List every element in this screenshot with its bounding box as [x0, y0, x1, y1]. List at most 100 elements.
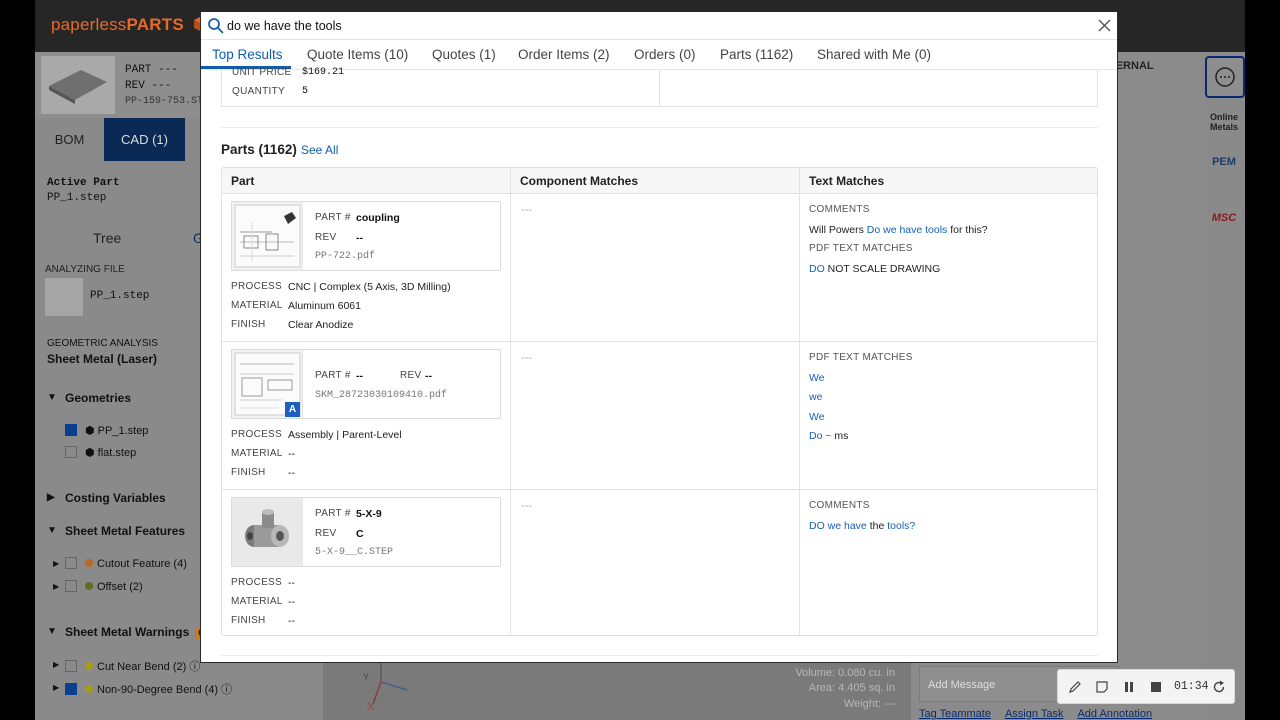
part-drawing-thumbnail: [232, 202, 303, 270]
cube-small-icon: ⬢: [85, 425, 95, 437]
tab-top-results[interactable]: Top Results: [212, 47, 283, 62]
geometry-item[interactable]: ⬢ flat.step: [65, 446, 136, 459]
online-metals-vendor[interactable]: Online Metals: [1205, 112, 1243, 150]
pdf-text: NOT SCALE DRAWING: [824, 263, 941, 275]
msc-vendor[interactable]: MSC: [1205, 212, 1243, 250]
part-card[interactable]: A PART # -- REV -- SKM_28723030109410.pd…: [231, 349, 501, 419]
pem-vendor[interactable]: PEM: [1205, 156, 1243, 194]
see-all-link[interactable]: See All: [301, 143, 338, 157]
tag-teammate-link[interactable]: Tag Teammate: [919, 708, 991, 720]
part-card[interactable]: PART # coupling REV -- PP-722.pdf: [231, 201, 501, 271]
part-card[interactable]: PART # 5-X-9 REV C 5-X-9__C.STEP: [231, 497, 501, 567]
stop-icon[interactable]: [1148, 679, 1164, 695]
add-annotation-link[interactable]: Add Annotation: [1077, 708, 1152, 720]
checkbox[interactable]: [65, 446, 77, 458]
highlighted-match: ~: [822, 430, 835, 442]
feature-item[interactable]: ▶ Cutout Feature (4): [53, 557, 187, 570]
pen-icon[interactable]: [1067, 679, 1083, 695]
recording-timer: 01:34: [1174, 680, 1209, 693]
table-row[interactable]: PART # 5-X-9 REV C 5-X-9__C.STEP PROCESS…: [222, 490, 1097, 635]
chat-bubble-icon: [1215, 67, 1235, 87]
pdf-match: DO NOT SCALE DRAWING: [809, 263, 940, 275]
search-input[interactable]: [227, 16, 1087, 36]
tab-quotes[interactable]: Quotes (1): [432, 47, 496, 62]
volume-stat: Volume: 0.080 cu. in: [795, 667, 895, 679]
finish-value: --: [288, 615, 295, 627]
close-icon[interactable]: [1096, 17, 1113, 34]
finish-label: FINISH: [231, 319, 266, 330]
checkbox-checked[interactable]: [65, 683, 77, 695]
pdf-match: We: [809, 372, 825, 384]
warning-item[interactable]: ▶ Cut Near Bend (2) ⓘ: [53, 658, 200, 674]
quantity-value: 5: [302, 86, 309, 97]
geo-analysis-label: GEOMETRIC ANALYSIS: [47, 338, 158, 349]
tab-shared-with-me[interactable]: Shared with Me (0): [817, 47, 931, 62]
pause-icon[interactable]: [1121, 679, 1137, 695]
logo-text-bold: PARTS: [126, 15, 184, 34]
warning-item[interactable]: ▶ Non-90-Degree Bend (4) ⓘ: [53, 681, 232, 697]
process-label: PROCESS: [231, 577, 283, 588]
tab-tree[interactable]: Tree: [93, 230, 121, 246]
caret-right-icon[interactable]: ▶: [53, 559, 59, 568]
pdf-matches-label: PDF TEXT MATCHES: [809, 352, 913, 363]
info-icon[interactable]: ⓘ: [189, 661, 200, 673]
no-component-matches: ---: [521, 204, 532, 216]
tab-bom[interactable]: BOM: [35, 118, 104, 161]
table-row[interactable]: PART # coupling REV -- PP-722.pdf PROCES…: [222, 194, 1097, 342]
warning-label: Non-90-Degree Bend (4): [97, 684, 219, 696]
part-thumbnail: [41, 56, 115, 114]
tab-cad[interactable]: CAD (1): [104, 118, 185, 161]
table-row[interactable]: A PART # -- REV -- SKM_28723030109410.pd…: [222, 342, 1097, 490]
geometry-label: PP_1.step: [97, 425, 149, 437]
feature-label: Cutout Feature (4): [97, 558, 187, 570]
sheet-metal-part-icon: [49, 70, 107, 104]
active-part-file: PP_1.step: [47, 192, 107, 204]
rev-value: --: [425, 370, 432, 382]
tab-quote-items[interactable]: Quote Items (10): [307, 47, 408, 62]
area-stat: Area: 4.405 sq. in: [808, 682, 895, 694]
assign-task-link[interactable]: Assign Task: [1005, 708, 1064, 720]
material-label: MATERIAL: [231, 448, 283, 459]
geometry-label: flat.step: [97, 447, 137, 459]
tab-parts[interactable]: Parts (1162): [720, 47, 793, 62]
rev-value: --: [356, 232, 363, 244]
checkbox[interactable]: [65, 557, 77, 569]
finish-value: --: [288, 467, 295, 479]
comment-text: the: [866, 520, 888, 532]
caret-right-icon[interactable]: ▶: [53, 582, 59, 591]
message-placeholder: Add Message: [928, 679, 996, 691]
info-icon[interactable]: ⓘ: [221, 684, 232, 696]
paperless-parts-logo[interactable]: paperlessPARTS: [51, 15, 211, 35]
geometry-item[interactable]: ⬢ PP_1.step: [65, 424, 148, 437]
part-number-label: PART #: [315, 212, 351, 223]
quote-result-card[interactable]: UNIT PRICE $169.21 QUANTITY 5: [221, 67, 1098, 107]
process-value: --: [288, 577, 295, 589]
caret-right-icon[interactable]: ▶: [53, 683, 59, 692]
analyzing-file-name: PP_1.step: [90, 290, 150, 302]
checkbox-checked[interactable]: [65, 424, 77, 436]
unit-price-value: $169.21: [302, 67, 345, 78]
feature-label: Offset (2): [97, 581, 143, 593]
file-name: 5-X-9__C.STEP: [315, 547, 394, 558]
tab-order-items[interactable]: Order Items (2): [518, 47, 610, 62]
weight-stat: Weight: ---: [843, 698, 895, 710]
restart-icon[interactable]: [1211, 679, 1227, 695]
caret-right-icon[interactable]: ▶: [53, 660, 59, 669]
tab-orders[interactable]: Orders (0): [634, 47, 696, 62]
checkbox[interactable]: [65, 660, 77, 672]
comment-text: for this?: [947, 224, 988, 236]
part-number-label: PART #: [315, 370, 351, 381]
file-name: SKM_28723030109410.pdf: [315, 390, 448, 401]
section-divider: [221, 655, 1098, 656]
checkbox[interactable]: [65, 580, 77, 592]
part-label: PART: [125, 64, 152, 76]
chevron-down-icon: ▼: [47, 525, 57, 536]
comment-author: Will Powers: [809, 224, 867, 236]
chat-button[interactable]: [1205, 56, 1245, 98]
pdf-match: Do ~ ms: [809, 430, 848, 442]
finish-label: FINISH: [231, 615, 266, 626]
rev-label: REV: [125, 80, 145, 92]
note-icon[interactable]: [1094, 679, 1110, 695]
feature-item[interactable]: ▶ Offset (2): [53, 580, 143, 593]
parts-table: Part Component Matches Text Matches PART…: [221, 167, 1098, 636]
